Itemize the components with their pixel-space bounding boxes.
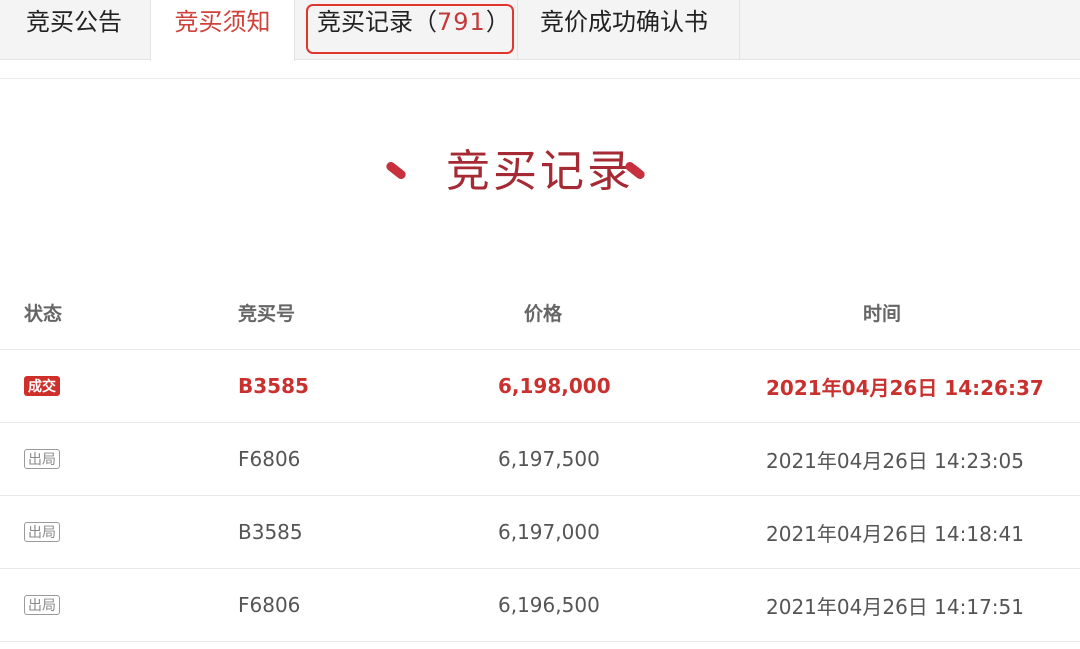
header-price: 价格 — [524, 303, 563, 325]
status-badge-out: 出局 — [24, 449, 60, 469]
status-cell: 出局 — [24, 423, 60, 495]
divider — [0, 78, 1080, 79]
price-cell: 6,198,000 — [498, 374, 611, 398]
tab-bid-records-paren-open: （ — [413, 8, 437, 36]
header-time: 时间 — [863, 303, 902, 325]
table-row: 出局 F6806 6,196,500 2021年04月26日 14:17:51 — [0, 569, 1080, 642]
tab-bid-records-label: 竞买记录 — [317, 8, 413, 36]
bid-count: 791 — [437, 8, 486, 36]
tab-auction-notice[interactable]: 竞买公告 — [0, 0, 150, 60]
tab-bid-records[interactable]: 竞买记录（791） — [295, 0, 518, 60]
price-cell: 6,197,500 — [498, 447, 600, 471]
tab-confirmation-letter[interactable]: 竞价成功确认书 — [518, 0, 740, 60]
time-cell: 2021年04月26日 14:23:05 — [766, 448, 1024, 473]
status-badge-deal: 成交 — [24, 376, 60, 396]
tab-auction-rules[interactable]: 竞买须知 — [150, 0, 295, 61]
bid-records-table: 状态 竞买号 价格 时间 成交 B3585 6,198,000 2021年04月… — [0, 276, 1080, 642]
time-cell: 2021年04月26日 14:18:41 — [766, 521, 1024, 546]
status-cell: 出局 — [24, 569, 60, 641]
bidder-number-cell: F6806 — [238, 593, 301, 617]
table-row: 出局 B3585 6,197,000 2021年04月26日 14:18:41 — [0, 496, 1080, 569]
price-cell: 6,197,000 — [498, 520, 600, 544]
table-row: 出局 F6806 6,197,500 2021年04月26日 14:23:05 — [0, 423, 1080, 496]
tab-auction-rules-label: 竞买须知 — [174, 8, 271, 36]
status-badge-out: 出局 — [24, 522, 60, 542]
time-cell: 2021年04月26日 14:26:37 — [766, 375, 1044, 400]
header-status: 状态 — [24, 303, 63, 325]
price-cell: 6,196,500 — [498, 593, 600, 617]
bidder-number-cell: B3585 — [238, 374, 309, 398]
status-cell: 出局 — [24, 496, 60, 568]
auction-page: 竞买公告 竞买须知 竞买记录（791） 竞价成功确认书 竞买记录 状态 竞买号 … — [0, 0, 1080, 649]
tab-bar: 竞买公告 竞买须知 竞买记录（791） 竞价成功确认书 — [0, 0, 1080, 61]
header-bidder-number: 竞买号 — [238, 303, 296, 325]
tab-auction-notice-label: 竞买公告 — [26, 8, 122, 36]
status-cell: 成交 — [24, 350, 60, 422]
tab-bid-records-paren-close: ） — [485, 8, 510, 36]
tab-confirmation-letter-label: 竞价成功确认书 — [540, 8, 708, 36]
table-row: 成交 B3585 6,198,000 2021年04月26日 14:26:37 — [0, 350, 1080, 423]
section-title: 竞买记录 — [446, 146, 634, 197]
time-cell: 2021年04月26日 14:17:51 — [766, 594, 1024, 619]
table-header: 状态 竞买号 价格 时间 — [0, 276, 1080, 350]
status-badge-out: 出局 — [24, 595, 60, 615]
bidder-number-cell: F6806 — [238, 447, 301, 471]
bidder-number-cell: B3585 — [238, 520, 303, 544]
